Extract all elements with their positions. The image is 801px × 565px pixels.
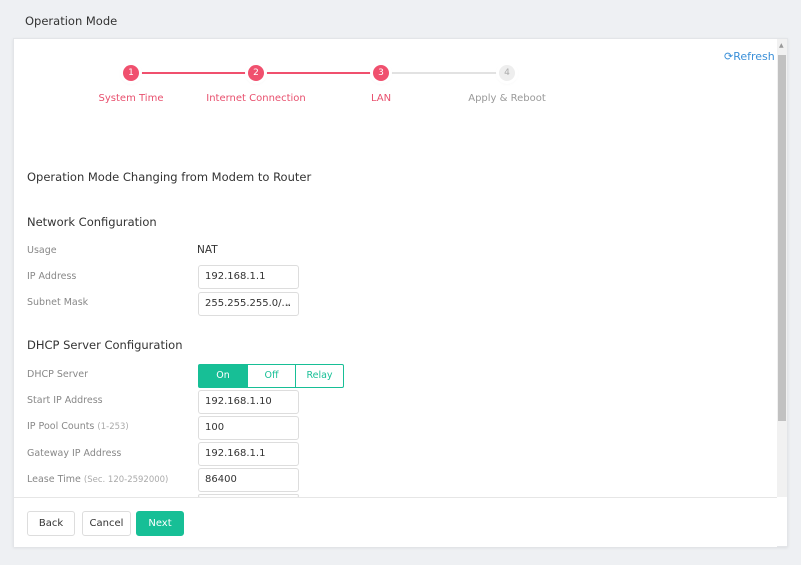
page-title: Operation Mode <box>25 14 118 28</box>
scrollbar-thumb[interactable] <box>778 55 786 421</box>
start-ip-input[interactable]: 192.168.1.10 <box>198 390 299 414</box>
usage-value: NAT <box>197 244 218 256</box>
footer: Back Cancel Next <box>14 497 777 547</box>
chevron-down-icon: ⌄ <box>283 298 292 309</box>
pool-count-input[interactable]: 100 <box>198 416 299 440</box>
next-button[interactable]: Next <box>136 511 184 536</box>
gateway-label: Gateway IP Address <box>27 448 122 459</box>
step-4-label: Apply & Reboot <box>468 93 546 104</box>
refresh-icon: ⟳ <box>724 50 734 63</box>
dhcp-server-toggle: On Off Relay <box>198 364 344 388</box>
step-line-done <box>139 72 389 74</box>
ip-address-input[interactable]: 192.168.1.1 <box>198 265 299 289</box>
scroll-up-icon[interactable]: ▲ <box>779 42 784 49</box>
step-2-label: Internet Connection <box>206 93 306 104</box>
step-3-dot: 3 <box>373 65 389 81</box>
network-title: Network Configuration <box>27 215 157 229</box>
lease-time-input[interactable]: 86400 <box>198 468 299 492</box>
usage-label: Usage <box>27 245 57 256</box>
scrollbar[interactable]: ▲ <box>777 39 787 497</box>
back-button[interactable]: Back <box>27 511 75 536</box>
step-3-label: LAN <box>370 93 392 104</box>
dhcp-title: DHCP Server Configuration <box>27 338 183 352</box>
gateway-input[interactable]: 192.168.1.1 <box>198 442 299 466</box>
step-2-dot: 2 <box>248 65 264 81</box>
pool-label: IP Pool Counts (1-253) <box>27 421 129 432</box>
cancel-button[interactable]: Cancel <box>82 511 131 536</box>
start-ip-label: Start IP Address <box>27 395 103 406</box>
refresh-button[interactable]: ⟳Refresh <box>724 50 775 63</box>
lease-label: Lease Time (Sec. 120-2592000) <box>27 474 169 485</box>
ip-label: IP Address <box>27 271 77 282</box>
step-4-dot: 4 <box>499 65 515 81</box>
dhcp-on-option[interactable]: On <box>199 365 247 387</box>
step-line-pending <box>389 72 509 74</box>
step-1-dot: 1 <box>123 65 139 81</box>
dhcp-off-option[interactable]: Off <box>247 365 295 387</box>
wizard-panel: ⟳Refresh 1 2 3 4 System Time Internet Co… <box>13 38 788 547</box>
dhcp-relay-option[interactable]: Relay <box>295 365 343 387</box>
section-heading: Operation Mode Changing from Modem to Ro… <box>27 170 312 184</box>
mask-label: Subnet Mask <box>27 297 89 308</box>
dhcp-server-label: DHCP Server <box>27 369 88 380</box>
step-1-label: System Time <box>98 93 164 104</box>
subnet-mask-select[interactable]: 255.255.255.0/... ⌄ <box>198 292 299 316</box>
